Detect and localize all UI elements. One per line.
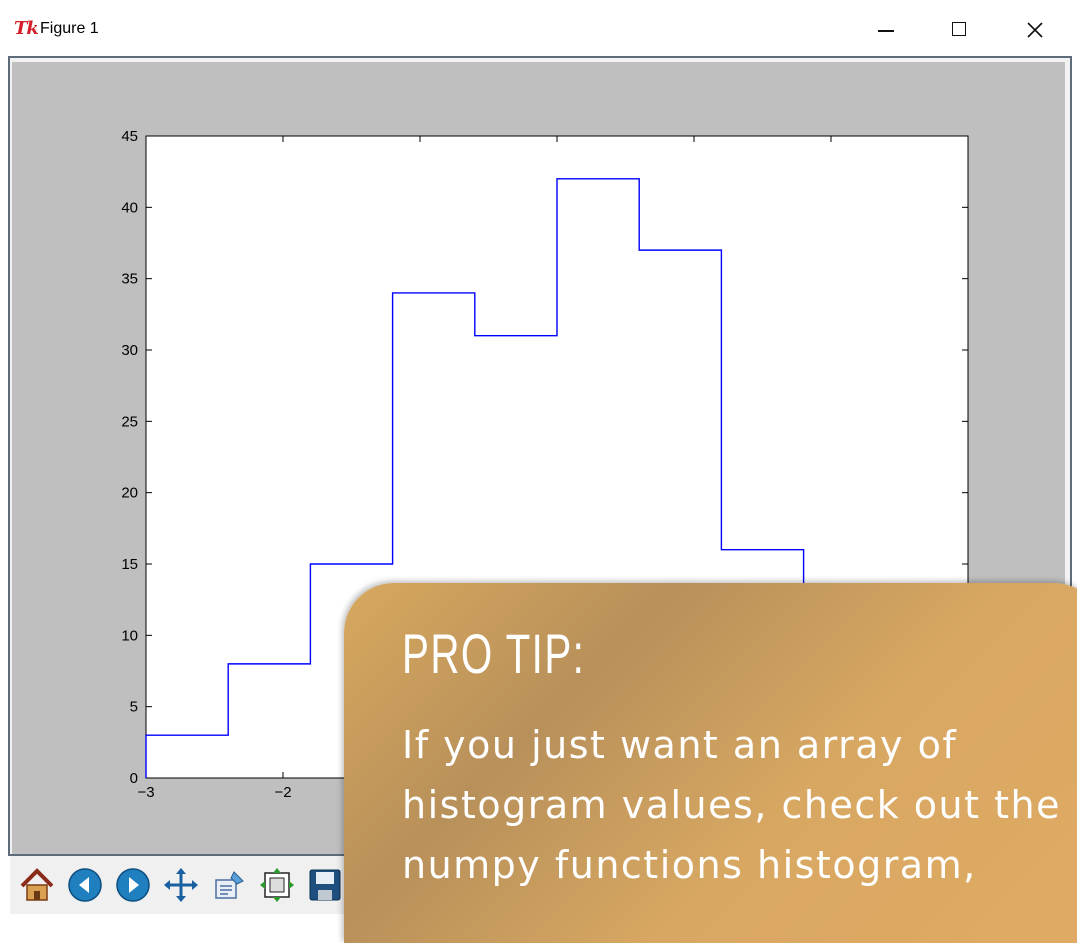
home-button[interactable]	[18, 866, 56, 904]
y-tick-label: 25	[121, 413, 138, 430]
zoom-button[interactable]	[210, 866, 248, 904]
pan-button[interactable]	[162, 866, 200, 904]
save-button[interactable]	[306, 866, 344, 904]
y-tick-label: 20	[121, 485, 138, 502]
figure-window: Tk Figure 1 0 5 10 15 20 25 30 35 40 45 −3 −2	[0, 0, 1077, 943]
y-tick-label: 45	[121, 128, 138, 145]
y-tick-label: 35	[121, 271, 138, 288]
pro-tip-body: If you just want an array of histogram v…	[402, 715, 1077, 895]
pro-tip-line: numpy functions histogram,	[402, 843, 977, 887]
x-tick-label: −3	[137, 784, 154, 801]
pro-tip-callout: PRO TIP: If you just want an array of hi…	[344, 583, 1077, 943]
x-tick-label: −2	[274, 784, 291, 801]
y-tick-label: 10	[121, 627, 138, 644]
pro-tip-title: PRO TIP:	[402, 622, 586, 685]
y-tick-label: 5	[130, 699, 138, 716]
y-tick-label: 15	[121, 556, 138, 573]
forward-button[interactable]	[114, 866, 152, 904]
y-tick-label: 40	[121, 199, 138, 216]
back-button[interactable]	[66, 866, 104, 904]
pro-tip-line: histogram values, check out the	[402, 783, 1061, 827]
configure-subplots-button[interactable]	[258, 866, 296, 904]
pro-tip-line: If you just want an array of	[402, 723, 958, 767]
y-tick-label: 30	[121, 342, 138, 359]
